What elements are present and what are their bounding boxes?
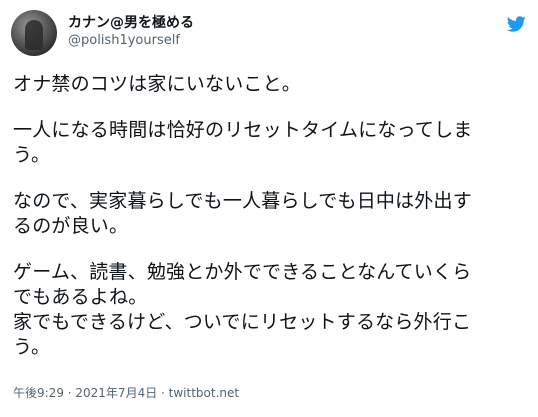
author-handle[interactable]: @polish1yourself	[68, 33, 180, 48]
tweet-line: ゲーム、読書、勉強とか外でできることなんていくら	[13, 261, 472, 283]
tweet-line: う。	[13, 144, 51, 166]
tweet-timestamp[interactable]: 午後9:29 · 2021年7月4日 · twittbot.net	[13, 384, 239, 401]
tweet-line: でもあるよね。	[13, 286, 148, 308]
tweet-line: オナ禁のコツは家にいないこと。	[13, 73, 302, 95]
tweet-line: 一人になる時間は恰好のリセットタイムになってしま	[13, 119, 473, 141]
tweet-line: なので、実家暮らしでも一人暮らしでも日中は外出す	[13, 190, 472, 212]
tweet-line: 家でもできるけど、ついでにリセットするなら外行こ	[13, 311, 472, 333]
tweet-line: るのが良い。	[13, 215, 129, 237]
avatar-silhouette	[25, 20, 43, 50]
tweet-line: う。	[13, 336, 51, 358]
tweet-body: オナ禁のコツは家にいないこと。 一人になる時間は恰好のリセットタイムになってしま…	[13, 72, 528, 360]
twitter-bird-icon[interactable]	[505, 14, 527, 34]
avatar[interactable]	[11, 10, 57, 56]
tweet-card: カナン@男を極める @polish1yourself オナ禁のコツは家にいないこ…	[0, 0, 538, 417]
author-display-name[interactable]: カナン@男を極める	[68, 12, 194, 32]
